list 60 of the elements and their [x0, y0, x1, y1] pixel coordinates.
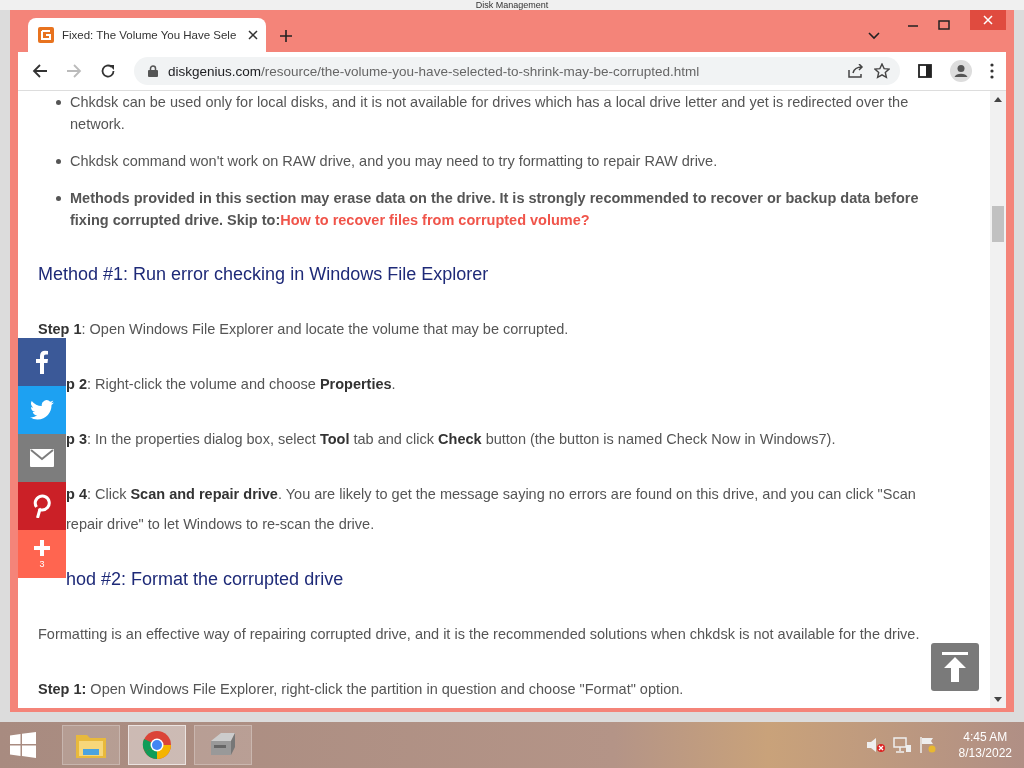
step-text: Step 1: Open Windows File Explorer and locate the volume that may be corrupted. [38, 320, 569, 339]
close-icon[interactable] [248, 30, 258, 40]
scrollbar[interactable] [990, 91, 1006, 708]
plus-icon [34, 539, 50, 556]
scroll-down-icon[interactable] [994, 697, 1002, 702]
step-text: p 2: Right-click the volume and choose Properties. [66, 375, 396, 394]
browser-tab[interactable]: Fixed: The Volume You Have Sele [28, 18, 266, 52]
envelope-icon [30, 449, 54, 467]
scroll-up-icon[interactable] [994, 97, 1002, 102]
chevron-down-icon[interactable] [868, 32, 880, 40]
bird-icon [30, 400, 54, 420]
share-count: 3 [39, 559, 45, 569]
side-panel-icon[interactable] [918, 64, 932, 78]
maximize-icon[interactable] [938, 20, 950, 30]
bullet-icon [56, 100, 61, 105]
scrollbar-thumb[interactable] [992, 206, 1004, 242]
facebook-icon [36, 350, 48, 374]
address-bar[interactable]: diskgenius.com/resource/the-volume-you-have-selected-to-shrink-may-be-corrupted.html [134, 57, 900, 85]
share-button[interactable] [18, 482, 66, 530]
close-icon [983, 15, 993, 25]
share-icon[interactable] [848, 64, 864, 78]
profile-avatar-icon[interactable] [950, 60, 972, 82]
share-button[interactable] [18, 386, 66, 434]
star-icon[interactable] [874, 63, 890, 79]
pinterest-icon [33, 494, 51, 518]
site-logo-icon [38, 27, 54, 43]
share-more-button[interactable]: 3 [18, 530, 66, 578]
windows-logo-icon[interactable] [10, 732, 36, 758]
menu-icon[interactable] [990, 63, 994, 79]
step-text: p 3: In the properties dialog box, select Tool tab and click Check button (the button is named Check Now in Windows7). [66, 430, 836, 449]
step-text: Formatting is an effective way of repairing corrupted drive, and it is the recommended solutions when chkdsk is not available for the drive. [38, 625, 920, 644]
bullet-icon [56, 159, 61, 164]
back-icon[interactable] [32, 63, 48, 79]
tab-title: Fixed: The Volume You Have Sele [62, 29, 237, 41]
back-to-top-button[interactable] [931, 643, 979, 691]
step-text: p 4: Click Scan and repair drive. You are likely to get the message saying no errors are found on this drive, and you can click "Scan [66, 485, 916, 504]
bullet-text: Chkdsk can be used only for local disks, and it is not available for drives which has a local drive letter and yet is redirected over the network. [70, 93, 910, 134]
clock-date[interactable]: 8/13/2022 [958, 745, 1012, 761]
url-text: diskgenius.com/resource/the-volume-you-have-selected-to-shrink-may-be-corrupted.html [168, 63, 700, 79]
step-text: repair drive" to let Windows to re-scan the drive. [66, 515, 375, 534]
taskbar-app[interactable] [194, 725, 252, 765]
bullet-text: Chkdsk command won't work on RAW drive, and you may need to try formatting to repair RAW drive. [70, 152, 719, 171]
share-button[interactable] [18, 434, 66, 482]
chrome-icon [142, 730, 172, 760]
section-heading: hod #2: Format the corrupted drive [66, 568, 344, 591]
arrow-up-icon [942, 652, 968, 682]
taskbar-app[interactable] [128, 725, 186, 765]
window-title: Disk Management [475, 0, 549, 10]
article-link[interactable]: How to recover files from corrupted volume? [280, 212, 590, 228]
share-button[interactable] [18, 338, 66, 386]
bullet-icon [56, 196, 61, 201]
lock-icon [148, 65, 158, 77]
clock-time[interactable]: 4:45 AM [963, 729, 1008, 745]
close-button[interactable] [970, 10, 1006, 30]
speaker-muted-icon[interactable] [866, 737, 885, 753]
reload-icon[interactable] [100, 63, 116, 79]
step-text: Step 1: Open Windows File Explorer, right-click the partition in question and choose "Format" option. [38, 680, 684, 699]
new-tab-icon[interactable] [280, 30, 292, 42]
bullet-text: Methods provided in this section may erase data on the drive. It is strongly recommended to recover or backup data before fixing corrupted drive. Skip to:How to recover files from corrupted volume? [70, 189, 920, 230]
section-heading: Method #1: Run error checking in Windows File Explorer [38, 263, 489, 286]
